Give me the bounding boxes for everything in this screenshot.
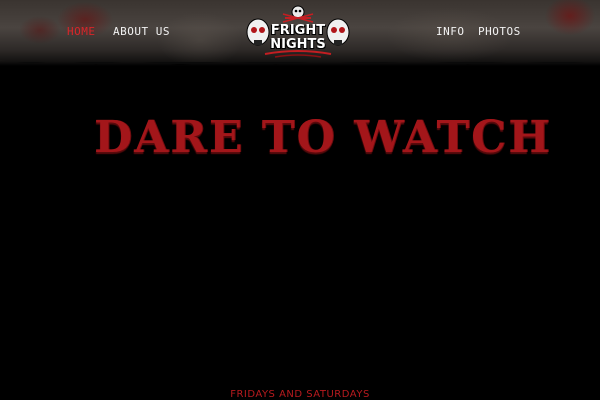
nav-home-link[interactable]: Home <box>67 25 96 38</box>
logo-text-line2: NIGHTS <box>270 37 326 52</box>
site-header: Home About Us FRIGHT NIGHTS Info Ph <box>0 0 600 64</box>
nav-info-link[interactable]: Info <box>436 25 465 38</box>
nav-about-us-link[interactable]: About Us <box>113 25 170 38</box>
hero-subline: Fridays and Saturdays <box>230 389 370 400</box>
hero-headline: Dare to Watch <box>94 112 552 163</box>
logo-text-line1: FRIGHT <box>270 23 326 38</box>
fright-nights-logo[interactable]: FRIGHT NIGHTS <box>245 4 351 58</box>
nav-photos-link[interactable]: Photos <box>478 25 521 38</box>
